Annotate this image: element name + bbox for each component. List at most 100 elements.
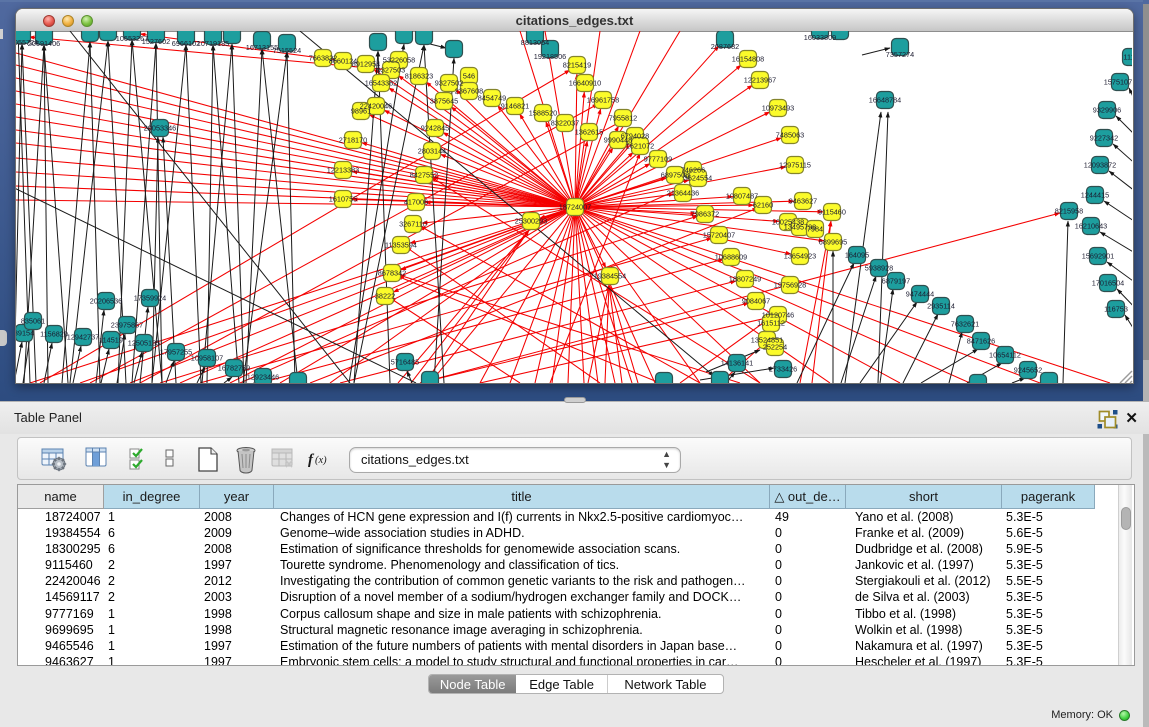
svg-text:13654923: 13654923 xyxy=(784,252,816,261)
svg-text:16033809: 16033809 xyxy=(804,33,836,42)
svg-text:12942737: 12942737 xyxy=(67,333,99,342)
svg-text:6794028: 6794028 xyxy=(621,132,649,141)
svg-text:1615112: 1615112 xyxy=(757,319,785,328)
svg-text:1112: 1112 xyxy=(1123,53,1132,62)
svg-text:8471626: 8471626 xyxy=(967,337,995,346)
svg-text:8186323: 8186323 xyxy=(405,72,433,81)
svg-text:2803144: 2803144 xyxy=(418,147,446,156)
svg-text:9463627: 9463627 xyxy=(789,197,817,206)
svg-text:9777109: 9777109 xyxy=(644,155,672,164)
svg-text:9327503: 9327503 xyxy=(377,66,405,75)
svg-text:9245652: 9245652 xyxy=(1014,366,1042,375)
svg-text:f: f xyxy=(308,452,315,468)
svg-text:9474444: 9474444 xyxy=(906,290,934,299)
svg-text:12923446: 12923446 xyxy=(247,373,279,382)
svg-text:417006: 417006 xyxy=(404,198,428,207)
svg-text:9146821: 9146821 xyxy=(501,102,529,111)
svg-text:9115460: 9115460 xyxy=(818,208,846,217)
svg-text:21364436: 21364436 xyxy=(667,189,699,198)
svg-text:(x): (x) xyxy=(315,455,327,466)
svg-text:546: 546 xyxy=(463,72,475,81)
svg-text:17957255: 17957255 xyxy=(160,348,192,357)
svg-text:2687682: 2687682 xyxy=(711,42,739,51)
svg-text:1733426: 1733426 xyxy=(769,365,797,374)
svg-text:15720407: 15720407 xyxy=(703,231,735,240)
svg-text:62160: 62160 xyxy=(753,201,773,210)
svg-text:16543382: 16543382 xyxy=(365,79,397,88)
svg-text:1156829: 1156829 xyxy=(40,330,68,339)
svg-text:3267110: 3267110 xyxy=(399,220,427,229)
svg-text:8322037: 8322037 xyxy=(551,119,579,128)
svg-text:18807249: 18807249 xyxy=(729,275,761,284)
svg-text:835061: 835061 xyxy=(21,317,45,326)
svg-text:16210643: 16210643 xyxy=(1075,222,1107,231)
svg-text:9242845: 9242845 xyxy=(421,124,449,133)
svg-text:6899695: 6899695 xyxy=(819,238,847,247)
svg-text:10973493: 10973493 xyxy=(762,104,794,113)
svg-text:16154808: 16154808 xyxy=(732,55,764,64)
svg-text:16782759: 16782759 xyxy=(218,364,250,373)
svg-text:23975867: 23975867 xyxy=(111,321,143,330)
svg-text:8427552: 8427552 xyxy=(410,171,438,180)
svg-text:5716485: 5716485 xyxy=(391,358,419,367)
svg-text:9084067: 9084067 xyxy=(742,297,770,306)
svg-text:16648784: 16648784 xyxy=(869,96,901,105)
svg-text:18724007: 18724007 xyxy=(559,203,591,212)
svg-text:16961758: 16961758 xyxy=(587,96,619,105)
svg-text:1588520: 1588520 xyxy=(529,109,557,118)
svg-text:7485063: 7485063 xyxy=(776,131,804,140)
svg-text:9329906: 9329906 xyxy=(1093,106,1121,115)
svg-text:10654112: 10654112 xyxy=(989,351,1021,360)
svg-text:8678342: 8678342 xyxy=(378,269,406,278)
svg-text:8215958: 8215958 xyxy=(1055,207,1083,216)
svg-text:17016504: 17016504 xyxy=(1092,279,1124,288)
svg-text:19756928: 19756928 xyxy=(774,281,806,290)
svg-text:164095: 164095 xyxy=(845,251,869,260)
svg-text:16640910: 16640910 xyxy=(569,79,601,88)
svg-text:15751074: 15751074 xyxy=(1104,78,1132,87)
svg-text:7632621: 7632621 xyxy=(951,320,979,329)
svg-text:10688609: 10688609 xyxy=(715,253,747,262)
svg-text:19384554: 19384554 xyxy=(594,272,626,281)
svg-text:252254: 252254 xyxy=(763,343,787,352)
svg-text:7515524: 7515524 xyxy=(273,46,301,55)
svg-text:20691406: 20691406 xyxy=(28,39,60,48)
svg-text:116753: 116753 xyxy=(1104,305,1128,314)
svg-text:7955812: 7955812 xyxy=(609,114,637,123)
svg-text:25300293: 25300293 xyxy=(515,217,547,226)
svg-text:53226058: 53226058 xyxy=(383,56,415,65)
svg-text:9227342: 9227342 xyxy=(1090,134,1118,143)
svg-text:1362615: 1362615 xyxy=(575,128,603,137)
svg-text:12093872: 12093872 xyxy=(1084,161,1116,170)
svg-text:2718170: 2718170 xyxy=(339,136,367,145)
svg-text:10958107: 10958107 xyxy=(191,354,223,363)
svg-text:38222: 38222 xyxy=(375,292,395,301)
svg-text:12213383: 12213383 xyxy=(327,166,359,175)
svg-text:15692901: 15692901 xyxy=(1082,252,1114,261)
svg-text:6879197: 6879197 xyxy=(882,277,910,286)
svg-text:8813054: 8813054 xyxy=(521,38,549,47)
svg-text:3875645: 3875645 xyxy=(430,97,458,106)
svg-text:12213967: 12213967 xyxy=(744,76,776,85)
svg-text:114519: 114519 xyxy=(99,336,123,345)
svg-text:2935114: 2935114 xyxy=(927,302,955,311)
svg-text:39154: 39154 xyxy=(16,329,34,338)
svg-text:10719185: 10719185 xyxy=(197,39,229,48)
svg-text:10807487: 10807487 xyxy=(726,192,758,201)
svg-text:8215419: 8215419 xyxy=(563,61,591,70)
svg-text:1527602: 1527602 xyxy=(142,37,170,46)
svg-text:19218506: 19218506 xyxy=(534,52,566,61)
svg-text:1244415: 1244415 xyxy=(1081,191,1109,200)
svg-text:1621072: 1621072 xyxy=(626,142,654,151)
svg-text:17359924: 17359924 xyxy=(134,294,166,303)
svg-text:5938928: 5938928 xyxy=(865,264,893,273)
svg-text:98961: 98961 xyxy=(351,107,371,116)
svg-text:3624554: 3624554 xyxy=(684,174,712,183)
svg-text:7984: 7984 xyxy=(807,225,823,234)
svg-text:20053346: 20053346 xyxy=(144,124,176,133)
svg-text:12975115: 12975115 xyxy=(779,161,811,170)
svg-text:7986372: 7986372 xyxy=(691,210,719,219)
svg-text:11353594: 11353594 xyxy=(385,241,417,250)
svg-text:14136141: 14136141 xyxy=(721,359,753,368)
svg-text:20206536: 20206536 xyxy=(90,297,122,306)
